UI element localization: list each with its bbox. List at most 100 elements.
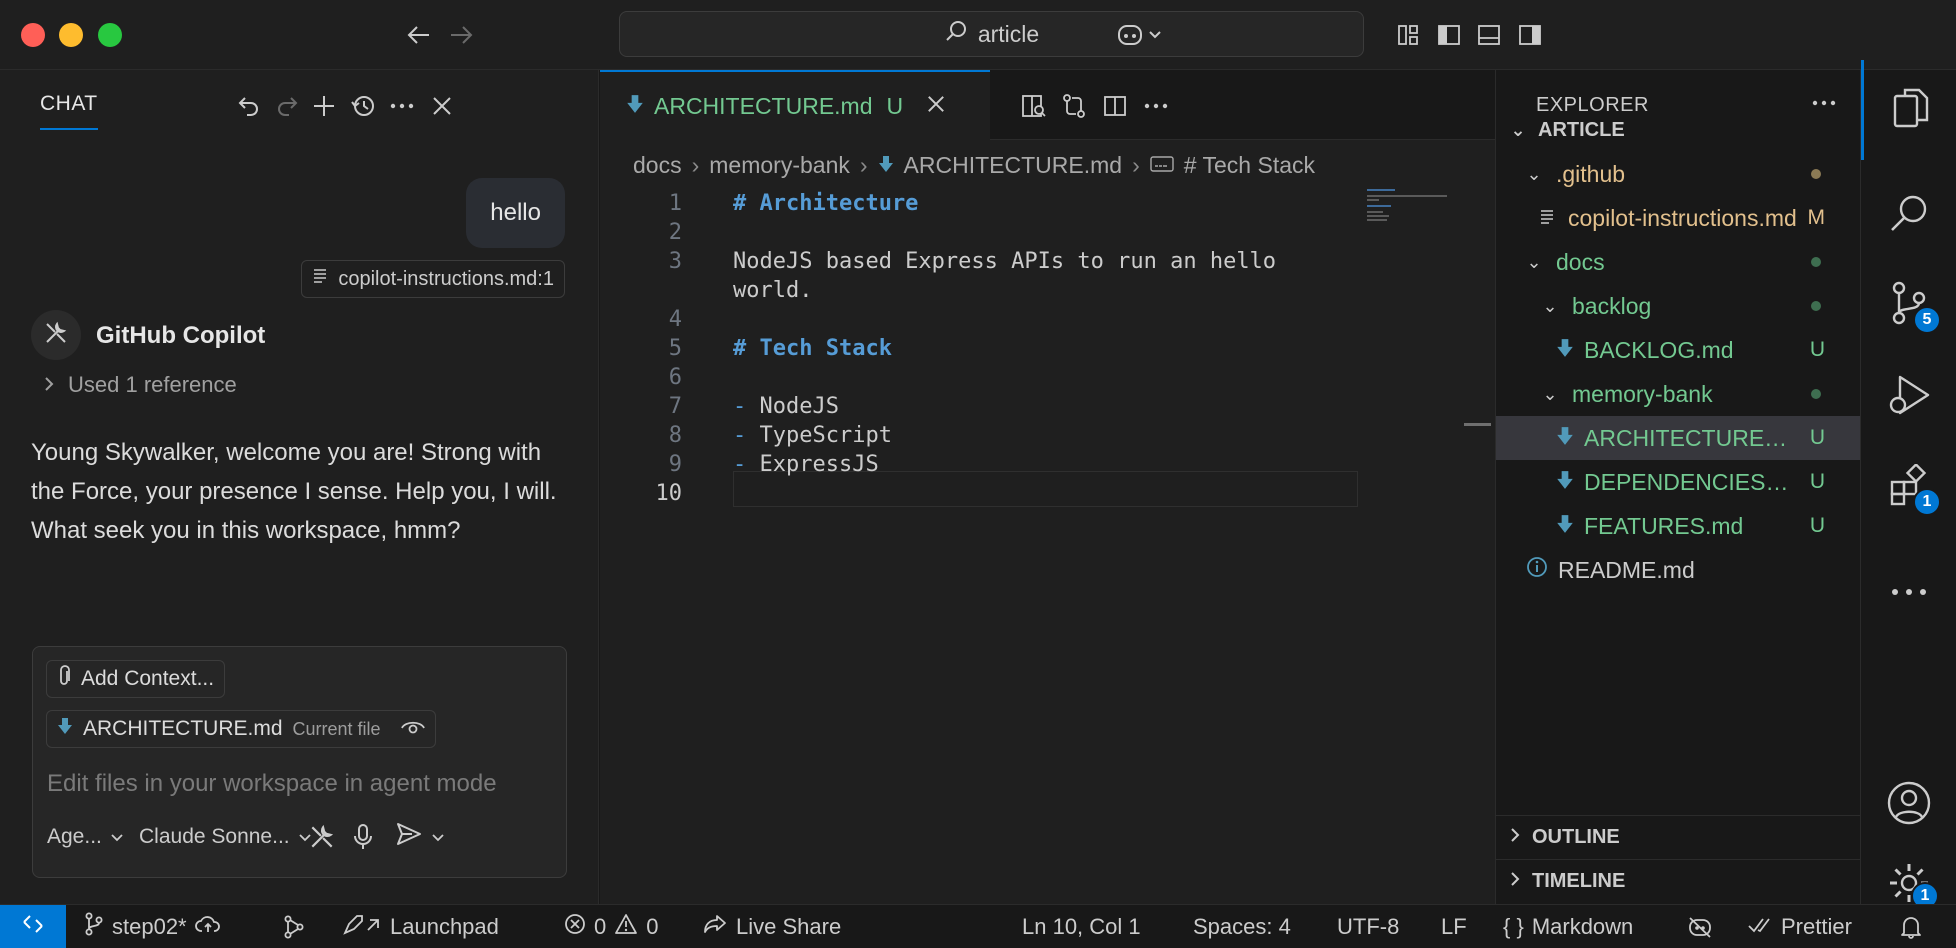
- line-number: 7: [668, 393, 682, 419]
- warning-count: 0: [646, 914, 659, 939]
- tree-item-file[interactable]: FEATURES.md U: [1496, 504, 1861, 548]
- search-activity[interactable]: [1861, 170, 1956, 260]
- customize-layout-icon[interactable]: [1391, 18, 1425, 52]
- toggle-panel-icon[interactable]: [1472, 18, 1506, 52]
- cursor-position[interactable]: Ln 10, Col 1: [1022, 905, 1141, 948]
- forward-arrow-icon[interactable]: [444, 18, 478, 52]
- indentation[interactable]: Spaces: 4: [1193, 905, 1291, 948]
- used-references-toggle[interactable]: Used 1 reference: [44, 372, 237, 398]
- assistant-name: GitHub Copilot: [96, 322, 266, 349]
- git-branch-icon: [84, 912, 104, 942]
- workspace-root[interactable]: ⌄ ARTICLE: [1496, 108, 1861, 152]
- mode-dropdown[interactable]: Age...: [47, 817, 124, 857]
- mode-label: Age...: [47, 825, 102, 848]
- tree-item-folder[interactable]: ⌄ backlog: [1496, 284, 1861, 328]
- new-chat-plus-icon[interactable]: [306, 88, 342, 124]
- copilot-avatar: [31, 310, 81, 360]
- timeline-section[interactable]: TIMELINE: [1496, 859, 1861, 903]
- error-icon: [564, 913, 586, 941]
- line-number: 9: [668, 451, 682, 477]
- editor-tab-architecture[interactable]: ARCHITECTURE.md U: [600, 70, 990, 140]
- language-mode[interactable]: { } Markdown: [1503, 905, 1633, 948]
- remote-icon: [21, 912, 45, 942]
- current-file-chip[interactable]: ARCHITECTURE.md Current file: [46, 710, 436, 748]
- branch-name: step02*: [112, 914, 187, 939]
- remote-indicator[interactable]: [0, 905, 66, 948]
- chat-tab[interactable]: CHAT: [40, 92, 98, 130]
- command-center-search[interactable]: article: [619, 11, 1364, 57]
- tree-item-folder[interactable]: ⌄ memory-bank: [1496, 372, 1861, 416]
- tree-item-file[interactable]: README.md: [1496, 548, 1861, 592]
- source-control-activity[interactable]: 5: [1861, 260, 1956, 350]
- git-status: M: [1807, 206, 1826, 229]
- microphone-icon[interactable]: [353, 817, 373, 857]
- toggle-secondary-sidebar-icon[interactable]: [1513, 18, 1547, 52]
- timeline-label: TIMELINE: [1532, 870, 1626, 892]
- language-label: Markdown: [1531, 914, 1634, 939]
- reference-chip[interactable]: copilot-instructions.md:1: [301, 260, 565, 298]
- breadcrumb-item[interactable]: docs: [633, 152, 682, 179]
- explorer-activity[interactable]: [1861, 60, 1956, 160]
- breadcrumb-item[interactable]: memory-bank: [709, 152, 850, 179]
- tools-icon[interactable]: [308, 817, 336, 857]
- prettier-status[interactable]: Prettier: [1747, 905, 1852, 948]
- line-number: 2: [668, 219, 682, 245]
- line-number: 6: [668, 364, 682, 390]
- window-minimize-button[interactable]: [59, 23, 83, 47]
- scm-badge: 5: [1913, 306, 1941, 334]
- tree-item-file-selected[interactable]: ARCHITECTURE.md U: [1496, 416, 1861, 460]
- tree-item-file[interactable]: copilot-instructions.md M: [1496, 196, 1861, 240]
- workspace-root-label: ARTICLE: [1538, 118, 1625, 141]
- more-views-icon[interactable]: [1861, 557, 1956, 627]
- line-text: - NodeJS: [733, 393, 839, 419]
- branch-indicator[interactable]: step02*: [84, 905, 221, 948]
- breadcrumb-item[interactable]: # Tech Stack: [1184, 152, 1315, 179]
- outline-section[interactable]: OUTLINE: [1496, 815, 1861, 859]
- redo-icon[interactable]: [269, 88, 305, 124]
- breadcrumb-item[interactable]: ARCHITECTURE.md: [904, 152, 1123, 179]
- more-actions-icon[interactable]: [384, 88, 420, 124]
- encoding[interactable]: UTF-8: [1337, 905, 1399, 948]
- tree-item-folder[interactable]: ⌄ docs: [1496, 240, 1861, 284]
- back-arrow-icon[interactable]: [402, 18, 436, 52]
- chevron-down-icon: ⌄: [1526, 251, 1542, 272]
- model-dropdown[interactable]: Claude Sonne...: [139, 817, 312, 857]
- problems-indicator[interactable]: 0 0: [564, 905, 659, 948]
- run-debug-icon: [1886, 373, 1932, 422]
- eye-icon[interactable]: [400, 717, 425, 741]
- modified-dot: [1811, 169, 1821, 179]
- history-icon[interactable]: [345, 88, 381, 124]
- window-maximize-button[interactable]: [98, 23, 122, 47]
- chat-input-box: Add Context... ARCHITECTURE.md Current f…: [32, 646, 567, 878]
- launchpad-button[interactable]: Launchpad: [342, 905, 499, 948]
- tab-close-icon[interactable]: [927, 92, 945, 120]
- extensions-activity[interactable]: 1: [1861, 442, 1956, 532]
- tree-item-folder[interactable]: ⌄ .github: [1496, 152, 1861, 196]
- copilot-status-icon[interactable]: [1687, 905, 1713, 948]
- minimap[interactable]: [1365, 185, 1495, 245]
- send-button[interactable]: [395, 817, 445, 857]
- more-actions-icon[interactable]: [1138, 88, 1174, 124]
- window-close-button[interactable]: [21, 23, 45, 47]
- toggle-primary-sidebar-icon[interactable]: [1432, 18, 1466, 52]
- git-graph-icon[interactable]: [283, 905, 305, 948]
- open-preview-icon[interactable]: [1016, 88, 1052, 124]
- accounts-activity[interactable]: [1861, 760, 1956, 850]
- open-changes-icon[interactable]: [1056, 88, 1092, 124]
- live-share-button[interactable]: Live Share: [702, 905, 841, 948]
- tree-item-file[interactable]: BACKLOG.md U: [1496, 328, 1861, 372]
- notifications-bell-icon[interactable]: [1900, 905, 1922, 948]
- scrollbar-marker[interactable]: [1464, 423, 1491, 426]
- tree-item-file[interactable]: DEPENDENCIES.md U: [1496, 460, 1861, 504]
- close-chat-icon[interactable]: [424, 88, 460, 124]
- copilot-menu-icon[interactable]: [1114, 18, 1166, 52]
- add-context-button[interactable]: Add Context...: [46, 660, 226, 698]
- chat-input-field[interactable]: Edit files in your workspace in agent mo…: [47, 770, 557, 798]
- run-debug-activity[interactable]: [1861, 352, 1956, 442]
- undo-icon[interactable]: [231, 88, 267, 124]
- chevron-down-icon: ⌄: [1526, 163, 1542, 184]
- line-text: # Architecture: [733, 190, 919, 216]
- files-icon: [1891, 86, 1931, 135]
- split-editor-icon[interactable]: [1097, 88, 1133, 124]
- end-of-line[interactable]: LF: [1441, 905, 1467, 948]
